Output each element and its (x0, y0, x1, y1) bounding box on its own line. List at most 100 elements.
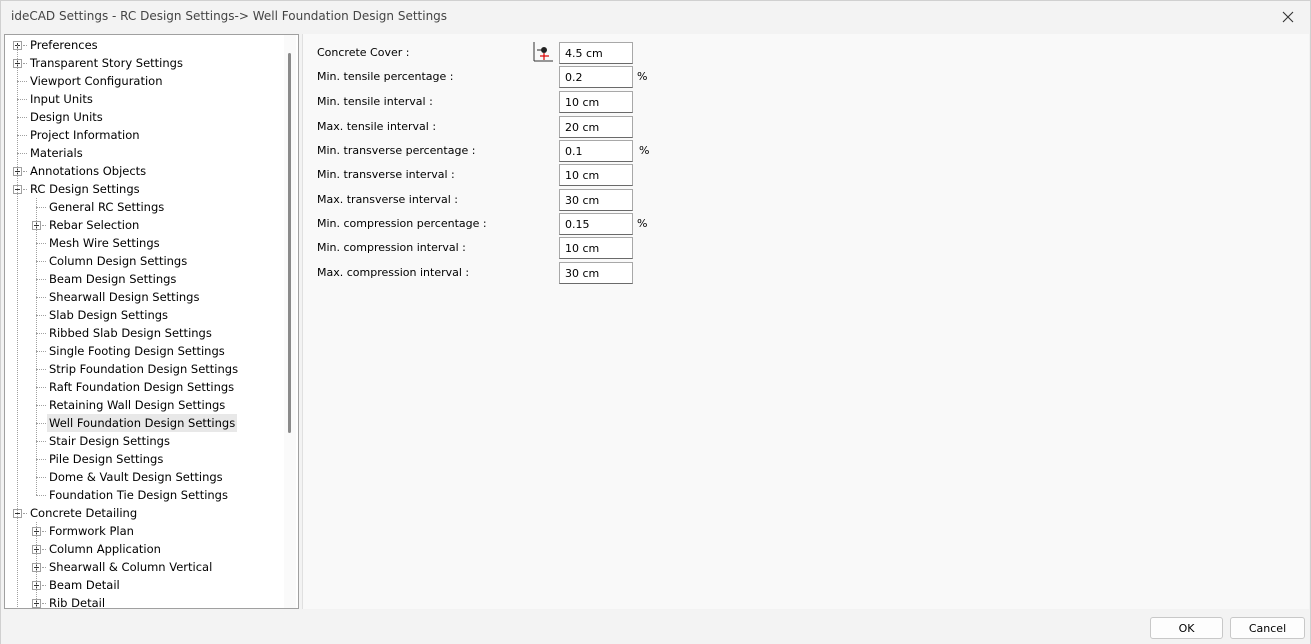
tree-item[interactable]: Raft Foundation Design Settings (5, 378, 285, 396)
tree-item-label[interactable]: Transparent Story Settings (28, 54, 185, 72)
tree-item[interactable]: Beam Detail (5, 576, 285, 594)
tree-item[interactable]: Shearwall & Column Vertical (5, 558, 285, 576)
tree-item[interactable]: Rib Detail (5, 594, 285, 608)
tree-guide-line (36, 198, 37, 495)
tree-item-label[interactable]: Shearwall Design Settings (47, 288, 201, 306)
tree-item-label[interactable]: Column Design Settings (47, 252, 189, 270)
tree-item-label[interactable]: Mesh Wire Settings (47, 234, 162, 252)
tree-item[interactable]: Rebar Selection (5, 216, 285, 234)
min-tensile-percentage-label: Min. tensile percentage : (317, 70, 454, 83)
tree-item[interactable]: Well Foundation Design Settings (5, 414, 285, 432)
min-compression-percentage-input[interactable] (559, 213, 633, 235)
tree-item[interactable]: Foundation Tie Design Settings (5, 486, 285, 504)
tree-item-label[interactable]: Stair Design Settings (47, 432, 172, 450)
tree-connector (36, 495, 46, 496)
min-tensile-interval-input[interactable] (559, 91, 633, 113)
tree-item[interactable]: Column Design Settings (5, 252, 285, 270)
concrete-cover-input[interactable] (559, 42, 633, 64)
tree-item-label[interactable]: Column Application (47, 540, 163, 558)
max-transverse-interval-row: Max. transverse interval : (303, 189, 903, 211)
tree-item-label[interactable]: Annotations Objects (28, 162, 148, 180)
tree-connector (42, 567, 46, 568)
tree-item[interactable]: RC Design Settings (5, 180, 285, 198)
tree-item[interactable]: Viewport Configuration (5, 72, 285, 90)
tree-item-label[interactable]: Raft Foundation Design Settings (47, 378, 236, 396)
tree-guide-line (17, 45, 18, 608)
max-transverse-interval-input[interactable] (559, 189, 633, 211)
tree-item-label[interactable]: Design Units (28, 108, 105, 126)
tree-item-label[interactable]: Preferences (28, 36, 100, 54)
tree-item-label[interactable]: Single Footing Design Settings (47, 342, 227, 360)
tree-item[interactable]: Pile Design Settings (5, 450, 285, 468)
min-transverse-interval-input[interactable] (559, 164, 633, 186)
min-compression-interval-label: Min. compression interval : (317, 241, 466, 254)
tree-item-label[interactable]: Slab Design Settings (47, 306, 170, 324)
max-compression-interval-label: Max. compression interval : (317, 266, 470, 279)
tree-item[interactable]: Beam Design Settings (5, 270, 285, 288)
tree-item[interactable]: Strip Foundation Design Settings (5, 360, 285, 378)
title-bar: ideCAD Settings - RC Design Settings-> W… (1, 1, 1310, 33)
tree-item[interactable]: Slab Design Settings (5, 306, 285, 324)
ok-button[interactable]: OK (1150, 617, 1223, 639)
tree-item[interactable]: Concrete Detailing (5, 504, 285, 522)
tree-item-label[interactable]: Formwork Plan (47, 522, 136, 540)
tree-connector (36, 279, 46, 280)
tree-item-label[interactable]: Viewport Configuration (28, 72, 165, 90)
tree-connector (36, 477, 46, 478)
tree-item-label[interactable]: Beam Design Settings (47, 270, 178, 288)
tree-connector (23, 513, 27, 514)
tree-item[interactable]: Shearwall Design Settings (5, 288, 285, 306)
tree-item[interactable]: Transparent Story Settings (5, 54, 285, 72)
tree-item[interactable]: Formwork Plan (5, 522, 285, 540)
tree-item[interactable]: Retaining Wall Design Settings (5, 396, 285, 414)
tree-connector (23, 45, 27, 46)
tree-scrollbar-thumb[interactable] (288, 53, 291, 433)
min-transverse-percentage-unit: % (639, 144, 650, 157)
max-tensile-interval-input[interactable] (559, 116, 633, 138)
tree-item[interactable]: Preferences (5, 36, 285, 54)
max-compression-interval-input[interactable] (559, 262, 633, 284)
tree-item-label[interactable]: Input Units (28, 90, 95, 108)
tree-item-label[interactable]: Rib Detail (47, 594, 107, 608)
min-compression-interval-input[interactable] (559, 237, 633, 259)
tree-item[interactable]: Single Footing Design Settings (5, 342, 285, 360)
min-transverse-percentage-input[interactable] (559, 140, 633, 162)
tree-item[interactable]: Project Information (5, 126, 285, 144)
tree-item-label[interactable]: Pile Design Settings (47, 450, 165, 468)
tree-item-label[interactable]: Ribbed Slab Design Settings (47, 324, 214, 342)
max-tensile-interval-label: Max. tensile interval : (317, 120, 437, 133)
tree-item[interactable]: Materials (5, 144, 285, 162)
tree-item-label[interactable]: Strip Foundation Design Settings (47, 360, 240, 378)
tree-connector (36, 441, 46, 442)
tree-connector (42, 603, 46, 604)
tree-item-label[interactable]: Beam Detail (47, 576, 122, 594)
tree-item-label[interactable]: Materials (28, 144, 85, 162)
min-transverse-percentage-row: Min. transverse percentage :% (303, 140, 903, 162)
tree-item-label[interactable]: Foundation Tie Design Settings (47, 486, 230, 504)
min-transverse-percentage-label: Min. transverse percentage : (317, 144, 476, 157)
tree-item-label[interactable]: Project Information (28, 126, 142, 144)
tree-item[interactable]: Column Application (5, 540, 285, 558)
tree-item[interactable]: Stair Design Settings (5, 432, 285, 450)
tree-scrollbar[interactable] (284, 35, 296, 608)
tree-item-label[interactable]: General RC Settings (47, 198, 166, 216)
tree-item[interactable]: Input Units (5, 90, 285, 108)
tree-item[interactable]: Mesh Wire Settings (5, 234, 285, 252)
tree-item[interactable]: Ribbed Slab Design Settings (5, 324, 285, 342)
cancel-button[interactable]: Cancel (1230, 617, 1305, 639)
tree-item[interactable]: Design Units (5, 108, 285, 126)
tree-item-label[interactable]: Rebar Selection (47, 216, 141, 234)
tree-item-label[interactable]: RC Design Settings (28, 180, 142, 198)
tree-item-label[interactable]: Well Foundation Design Settings (47, 414, 238, 432)
tree-item[interactable]: Dome & Vault Design Settings (5, 468, 285, 486)
close-button[interactable] (1266, 1, 1310, 33)
tree-item-label[interactable]: Shearwall & Column Vertical (47, 558, 214, 576)
settings-content: Concrete Cover : Min. tensile percentage … (302, 34, 1309, 609)
tree-item-label[interactable]: Retaining Wall Design Settings (47, 396, 227, 414)
tree-item-label[interactable]: Dome & Vault Design Settings (47, 468, 225, 486)
tree-connector (36, 261, 46, 262)
tree-item-label[interactable]: Concrete Detailing (28, 504, 139, 522)
min-tensile-percentage-input[interactable] (559, 66, 633, 88)
tree-item[interactable]: General RC Settings (5, 198, 285, 216)
tree-item[interactable]: Annotations Objects (5, 162, 285, 180)
